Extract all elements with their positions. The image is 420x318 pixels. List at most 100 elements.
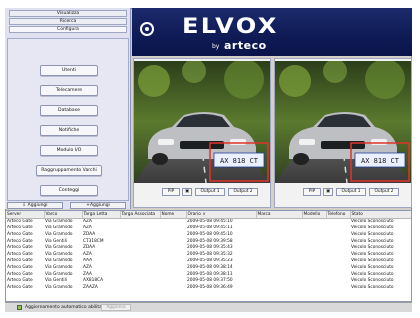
database-button[interactable]: Database [40, 105, 98, 116]
column-header[interactable]: Varco [44, 211, 83, 219]
table-row[interactable]: Arteco Gate Via Gramsdo AZA 2009-05-08 09:3… [6, 264, 411, 271]
table-cell: AZA [83, 264, 92, 270]
column-header[interactable]: Nome [160, 211, 187, 219]
configura-button[interactable]: Configura [9, 26, 127, 33]
column-header[interactable]: Orario v [186, 211, 257, 219]
table-row[interactable]: Arteco Gate Via Gramsdo ZDAA 2009-05-08 09:… [6, 231, 411, 238]
conteggi-button[interactable]: Conteggi [40, 185, 98, 196]
table-cell [160, 238, 186, 245]
plate-text-2: AX 818 CT [361, 157, 400, 165]
column-header[interactable]: Targa Letta [82, 211, 121, 219]
table-cell [120, 264, 160, 271]
table-row[interactable]: Arteco Gate Via Gramsdo AZA 2009-05-08 09:3… [6, 251, 411, 258]
table-cell [160, 271, 186, 278]
table-row[interactable]: Arteco Gate Via Gentili CT318CM 2009-05-08 … [6, 238, 411, 245]
table-cell [160, 264, 186, 271]
column-header[interactable]: Marca [256, 211, 303, 219]
table-cell: Veicolo Sconosciuto [351, 231, 394, 237]
table-cell [120, 258, 160, 265]
table-cell [120, 225, 160, 232]
table-cell: Arteco Gate [7, 258, 33, 264]
events-table: Server Varco Targa Letta Targa Associata Nom… [5, 210, 412, 302]
table-cell: AX818CA [83, 278, 104, 284]
output1-button-2[interactable]: Output 1 [336, 188, 366, 196]
modulo-io-button[interactable]: Modulo I/O [40, 145, 98, 156]
table-cell: 2009-05-08 09:45:10 [187, 219, 233, 225]
output1-button-1[interactable]: Output 1 [195, 188, 225, 196]
notifiche-button[interactable]: Notifiche [40, 125, 98, 136]
table-row[interactable]: Arteco Gate Via Gramsdo ZDAA 2009-05-08 09:… [6, 244, 411, 251]
column-header-label: Targa Letta [83, 211, 108, 217]
ricerca-button[interactable]: Ricerca [9, 18, 127, 25]
table-cell: Arteco Gate [7, 251, 33, 257]
table-row[interactable]: Arteco Gate Via Gramsdo AZA 2009-05-08 09:4… [6, 225, 411, 232]
table-cell: AZA [83, 219, 92, 225]
table-cell: Veicolo Sconosciuto [351, 271, 394, 277]
table-cell: Via Gramsdo [45, 231, 73, 237]
pip-button-1[interactable]: PIP [162, 188, 180, 196]
table-cell [256, 264, 302, 271]
camera-view-2: AX 818 CT PIP ▣ Output 1 Output 2 [274, 58, 412, 208]
aggiungi-left-button[interactable]: ⇩ Aggiungi [7, 202, 63, 209]
table-row[interactable]: Arteco Gate Via Gentili AX818CA 2009-05-08 … [6, 277, 411, 284]
column-header[interactable]: Server [6, 211, 45, 219]
table-cell: Via Gentili [45, 278, 68, 284]
table-cell [326, 264, 350, 271]
column-header[interactable]: Targa Associata [120, 211, 161, 219]
table-cell [120, 244, 160, 251]
table-cell [302, 244, 326, 251]
table-cell: AZA [83, 225, 92, 231]
auto-update-checkbox[interactable] [17, 305, 22, 310]
camera-image-1[interactable]: AX 818 CT [134, 61, 270, 183]
table-cell [326, 277, 350, 284]
table-cell: ZAA [83, 271, 92, 277]
table-cell [326, 225, 350, 232]
table-cell [120, 231, 160, 238]
table-header-row: Server Varco Targa Letta Targa Associata Nom… [6, 211, 411, 219]
column-header[interactable]: Stato [350, 211, 411, 219]
table-cell: Veicolo Sconosciuto [351, 238, 394, 244]
telecamere-button[interactable]: Telecamere [40, 85, 98, 96]
table-cell [326, 244, 350, 251]
table-cell: 2009-05-08 09:36:49 [187, 284, 233, 290]
visualizza-button[interactable]: Visualizza [9, 10, 127, 17]
table-cell: Arteco Gate [7, 225, 33, 231]
table-cell: 2009-05-08 09:35:43 [187, 245, 233, 251]
table-cell [326, 271, 350, 278]
snapshot-button-2[interactable]: ▣ [323, 188, 333, 196]
table-cell [302, 225, 326, 232]
table-cell: Via Gramsdo [45, 225, 73, 231]
table-cell [326, 251, 350, 258]
table-cell: Veicolo Sconosciuto [351, 245, 394, 251]
pip-button-2[interactable]: PIP [303, 188, 321, 196]
column-header-label: Stato [351, 211, 363, 217]
column-header-label: Marca [257, 211, 271, 217]
table-cell [326, 218, 350, 225]
table-cell [326, 258, 350, 265]
table-row[interactable]: Arteco Gate Via Gramsdo ZAA 2009-05-08 09:3… [6, 271, 411, 278]
table-row[interactable]: Arteco Gate Via Gramsdo ZAAZA 2009-05-08 09… [6, 284, 411, 291]
update-button[interactable]: Aggiorna [101, 304, 131, 311]
output2-button-2[interactable]: Output 2 [369, 188, 399, 196]
config-menu: Utenti Telecamere Database Notifiche Mod… [7, 38, 129, 201]
camera-image-2[interactable]: AX 818 CT [275, 61, 411, 183]
column-header[interactable]: Telefono [326, 211, 351, 219]
output2-button-1[interactable]: Output 2 [228, 188, 258, 196]
table-cell [302, 271, 326, 278]
raggruppamento-varchi-button[interactable]: Raggruppamento Varchi [36, 165, 102, 176]
table-cell [302, 238, 326, 245]
table-cell: Via Gramsdo [45, 264, 73, 270]
table-cell [256, 271, 302, 278]
table-row[interactable]: Arteco Gate Via Gramsdo AAA 2009-05-08 09:3… [6, 258, 411, 265]
column-header[interactable]: Modello [302, 211, 327, 219]
table-cell [160, 225, 186, 232]
table-row[interactable]: Arteco Gate Via Gramsdo AZA 2009-05-08 09:4… [6, 218, 411, 225]
snapshot-button-1[interactable]: ▣ [182, 188, 192, 196]
camera-controls-1: PIP ▣ Output 1 Output 2 [134, 188, 270, 198]
table-cell: Arteco Gate [7, 238, 33, 244]
table-body: Arteco Gate Via Gramsdo AZA 2009-05-08 09:4… [6, 218, 411, 291]
table-cell: 2009-05-08 09:45:11 [187, 225, 233, 231]
utenti-button[interactable]: Utenti [40, 65, 98, 76]
table-cell [256, 284, 302, 291]
aggiungi-right-button[interactable]: +Aggiungi [70, 202, 126, 209]
